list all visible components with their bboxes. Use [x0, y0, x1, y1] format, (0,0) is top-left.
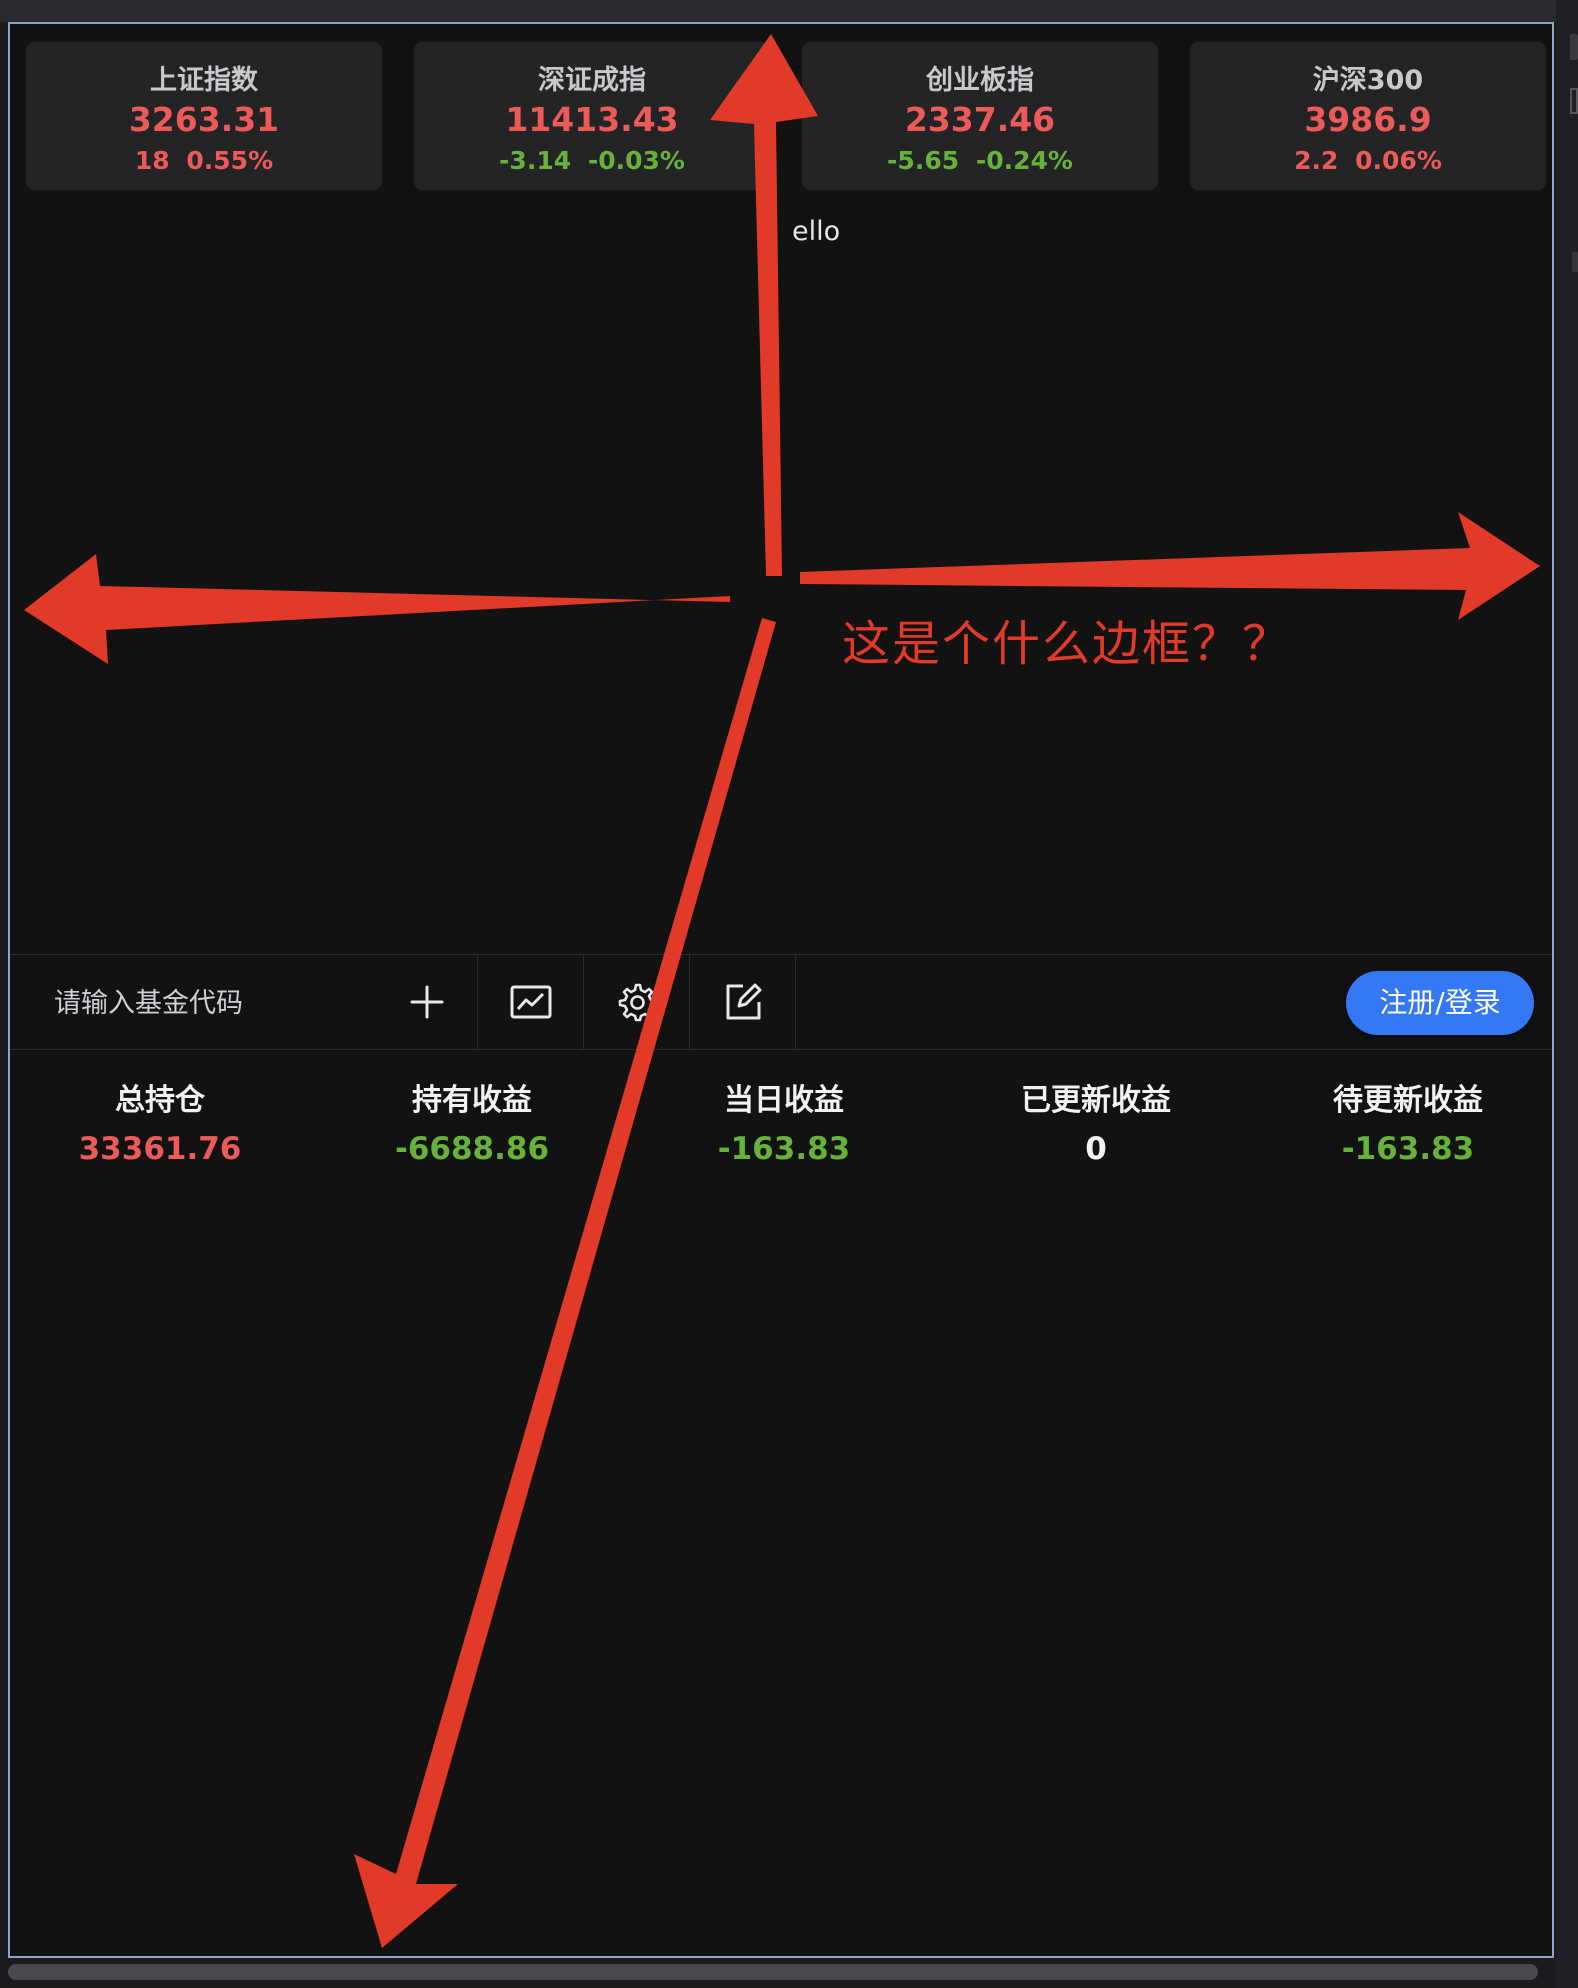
- side-panel-tab-outline[interactable]: [1570, 88, 1578, 114]
- summary-value: -163.83: [1341, 1131, 1475, 1167]
- index-card-shanghai[interactable]: 上证指数 3263.31 18 0.55%: [26, 42, 382, 190]
- fund-toolbar: 注册/登录: [10, 954, 1552, 1050]
- summary-label: 待更新收益: [1333, 1083, 1483, 1118]
- index-card-shenzhen[interactable]: 深证成指 11413.43 -3.14 -0.03%: [414, 42, 770, 190]
- summary-value: 33361.76: [78, 1131, 242, 1167]
- summary-label: 总持仓: [115, 1083, 205, 1118]
- chart-button[interactable]: [478, 955, 584, 1049]
- line-chart-icon: [510, 984, 552, 1020]
- summary-updated-profit: 已更新收益 0: [946, 1080, 1246, 1170]
- summary-value: 0: [1085, 1131, 1107, 1167]
- summary-label: 当日收益: [724, 1083, 844, 1118]
- side-panel-tab[interactable]: [1570, 34, 1578, 60]
- index-change: -3.14 -0.03%: [414, 146, 770, 175]
- index-card-chinext[interactable]: 创业板指 2337.46 -5.65 -0.24%: [802, 42, 1158, 190]
- index-value: 11413.43: [505, 100, 679, 139]
- index-name: 沪深300: [1312, 65, 1424, 96]
- window-top-bar: [0, 0, 1578, 22]
- summary-value: -6688.86: [394, 1131, 550, 1167]
- portfolio-summary: 总持仓 33361.76 持有收益 -6688.86 当日收益 -163.83 …: [10, 1080, 1552, 1190]
- register-login-button[interactable]: 注册/登录: [1346, 971, 1534, 1035]
- edit-button[interactable]: [690, 955, 796, 1049]
- summary-holding-profit: 持有收益 -6688.86: [322, 1080, 622, 1170]
- index-change-amount: -3.14: [499, 146, 572, 175]
- summary-label: 持有收益: [412, 1083, 532, 1118]
- index-name: 深证成指: [538, 65, 646, 96]
- index-change: -5.65 -0.24%: [802, 146, 1158, 175]
- index-change-percent: -0.03%: [587, 146, 685, 175]
- summary-label: 已更新收益: [1021, 1083, 1171, 1118]
- index-change: 18 0.55%: [26, 146, 382, 175]
- index-name: 上证指数: [150, 65, 258, 96]
- index-value: 2337.46: [904, 100, 1056, 139]
- index-change: 2.2 0.06%: [1190, 146, 1546, 175]
- hello-text: ello: [792, 216, 841, 247]
- index-value: 3986.9: [1304, 100, 1432, 139]
- index-change-percent: 0.06%: [1355, 146, 1442, 175]
- annotation-text: 这是个什么边框？？: [842, 616, 1293, 672]
- plus-icon: [409, 984, 445, 1020]
- side-panel-marker: [1572, 252, 1578, 272]
- side-panel-strip: [1556, 0, 1578, 1988]
- index-change-percent: -0.24%: [975, 146, 1073, 175]
- index-change-percent: 0.55%: [186, 146, 274, 175]
- summary-value: -163.83: [717, 1131, 851, 1167]
- index-name: 创业板指: [926, 65, 1034, 96]
- gear-icon: [617, 982, 657, 1022]
- settings-button[interactable]: [584, 955, 690, 1049]
- index-card-csi300[interactable]: 沪深300 3986.9 2.2 0.06%: [1190, 42, 1546, 190]
- index-change-amount: 18: [134, 146, 170, 175]
- horizontal-scrollbar[interactable]: [8, 1964, 1538, 1980]
- index-change-amount: 2.2: [1294, 146, 1339, 175]
- summary-daily-profit: 当日收益 -163.83: [634, 1080, 934, 1170]
- index-change-amount: -5.65: [887, 146, 960, 175]
- index-cards: 上证指数 3263.31 18 0.55% 深证成指 11413.43 -3.1…: [26, 42, 1546, 190]
- edit-icon: [723, 982, 763, 1022]
- summary-pending-profit: 待更新收益 -163.83: [1258, 1080, 1558, 1170]
- index-value: 3263.31: [128, 100, 280, 139]
- summary-total-position: 总持仓 33361.76: [10, 1080, 310, 1170]
- add-fund-button[interactable]: [376, 955, 478, 1049]
- fund-code-input[interactable]: [52, 975, 376, 1031]
